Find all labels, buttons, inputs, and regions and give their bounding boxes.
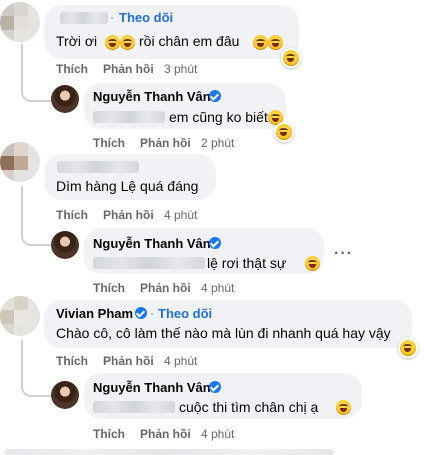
- comment-text: Dìm hàng Lệ quá đáng: [56, 178, 199, 194]
- reply-author-name[interactable]: Nguyễn Thanh Vân: [93, 236, 211, 251]
- reply-text: lệ rơi thật sự: [207, 255, 287, 271]
- laughing-emoji-icon: [336, 400, 351, 415]
- redacted-author-name: [60, 12, 108, 24]
- timestamp[interactable]: 4 phút: [164, 354, 197, 368]
- like-button[interactable]: Thích: [56, 354, 88, 368]
- reaction-badge[interactable]: [281, 48, 301, 68]
- reply-text: em cũng ko biết: [169, 109, 268, 125]
- reaction-badge[interactable]: [398, 338, 418, 358]
- like-button[interactable]: Thích: [93, 136, 125, 150]
- verified-badge-icon: [209, 90, 221, 102]
- separator-dot: ·: [110, 10, 114, 24]
- comment-text: Trời ơi: [56, 33, 98, 49]
- timestamp[interactable]: 3 phút: [164, 62, 197, 76]
- reply-button[interactable]: Phản hồi: [103, 354, 154, 368]
- more-horizontal-icon[interactable]: ···: [334, 245, 353, 263]
- reply-text: cuộc thi tìm chân chị ạ: [179, 399, 319, 415]
- laughing-emoji-icon: [105, 35, 120, 50]
- haha-reaction-icon: [400, 340, 416, 356]
- reply-author-name[interactable]: Nguyễn Thanh Vân: [93, 380, 211, 395]
- reply-button[interactable]: Phản hồi: [103, 208, 154, 222]
- reply-author-name[interactable]: Nguyễn Thanh Vân: [93, 89, 211, 104]
- haha-reaction-icon: [283, 50, 299, 66]
- timestamp[interactable]: 4 phút: [201, 427, 234, 441]
- reply-button[interactable]: Phản hồi: [103, 62, 154, 76]
- redacted-next-comment: [4, 449, 334, 455]
- laughing-emoji-icon: [305, 256, 320, 271]
- comment-text: rồi chân em đâu: [139, 33, 240, 49]
- laughing-emoji-icon: [253, 35, 268, 50]
- haha-reaction-icon: [276, 124, 292, 140]
- like-button[interactable]: Thích: [56, 208, 88, 222]
- timestamp[interactable]: 4 phút: [201, 281, 234, 295]
- comment-author-name[interactable]: Vivian Pham: [56, 306, 133, 321]
- verified-badge-icon: [135, 307, 147, 319]
- avatar[interactable]: [0, 296, 40, 336]
- reply-button[interactable]: Phản hồi: [140, 136, 191, 150]
- avatar[interactable]: [51, 231, 79, 259]
- avatar[interactable]: [51, 85, 79, 113]
- timestamp[interactable]: 4 phút: [164, 208, 197, 222]
- redacted-mention: [93, 401, 175, 413]
- avatar[interactable]: [51, 381, 79, 409]
- reply-thread-line: [21, 340, 51, 397]
- avatar[interactable]: [0, 142, 40, 182]
- follow-link[interactable]: Theo dõi: [119, 10, 173, 25]
- like-button[interactable]: Thích: [93, 427, 125, 441]
- reply-button[interactable]: Phản hồi: [140, 281, 191, 295]
- follow-link[interactable]: Theo dõi: [158, 306, 212, 321]
- laughing-emoji-icon: [268, 35, 283, 50]
- comment-text: Chào cô, cô làm thế nào mà lùn đi nhanh …: [56, 325, 391, 341]
- reply-button[interactable]: Phản hồi: [140, 427, 191, 441]
- reply-thread-line: [21, 186, 51, 246]
- like-button[interactable]: Thích: [93, 281, 125, 295]
- timestamp[interactable]: 2 phút: [201, 136, 234, 150]
- reply-thread-line: [21, 44, 51, 102]
- like-button[interactable]: Thích: [56, 62, 88, 76]
- verified-badge-icon: [209, 381, 221, 393]
- redacted-mention: [93, 111, 165, 123]
- verified-badge-icon: [209, 237, 221, 249]
- redacted-mention: [93, 257, 205, 269]
- laughing-emoji-icon: [120, 35, 135, 50]
- redacted-author-name: [57, 161, 139, 173]
- reaction-badge[interactable]: [274, 122, 294, 142]
- avatar[interactable]: [0, 2, 40, 42]
- separator-dot: ·: [150, 306, 154, 320]
